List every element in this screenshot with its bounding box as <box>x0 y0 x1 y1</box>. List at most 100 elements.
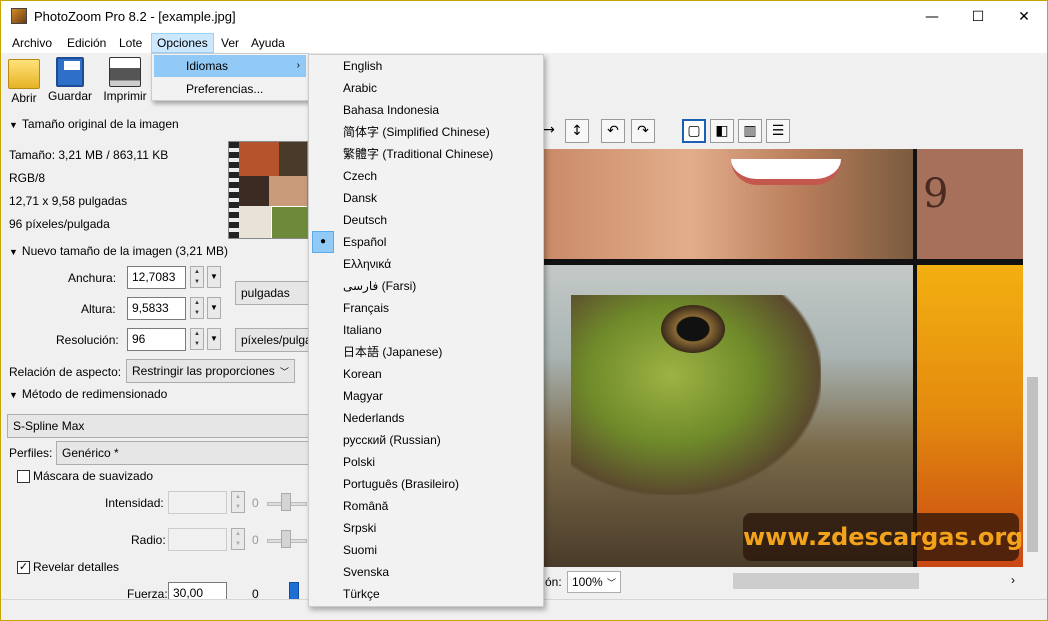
menu-lote[interactable]: Lote <box>114 33 147 53</box>
radius-slider-thumb[interactable] <box>281 530 291 548</box>
resolution-spinner[interactable]: ▲ ▼ <box>190 328 204 350</box>
close-button[interactable]: ✕ <box>1001 1 1047 33</box>
vertical-scrollbar-thumb[interactable] <box>1027 377 1038 552</box>
image-preview-canvas[interactable]: 9 <box>541 149 1023 567</box>
new-size-section[interactable]: ▼ Nuevo tamaño de la imagen (3,21 MB) <box>9 244 228 258</box>
intensity-label: Intensidad: <box>105 496 164 510</box>
maximize-button[interactable]: ☐ <box>955 1 1001 33</box>
height-input[interactable]: 9,5833 <box>127 297 186 320</box>
language-item[interactable]: English <box>311 55 541 77</box>
smoothing-mask-checkbox[interactable] <box>17 470 30 483</box>
resize-method-select[interactable]: S-Spline Max <box>7 414 309 438</box>
resolution-menu-button[interactable]: ▼ <box>207 328 221 350</box>
original-size-title: Tamaño original de la imagen <box>21 117 179 131</box>
horizontal-scrollbar-thumb[interactable] <box>733 573 919 589</box>
language-item[interactable]: русский (Russian) <box>311 429 541 451</box>
original-size-section[interactable]: ▼ Tamaño original de la imagen <box>9 117 179 131</box>
menu-archivo[interactable]: Archivo <box>7 33 57 53</box>
language-item[interactable]: Svenska <box>311 561 541 583</box>
zoom-label: ón: <box>545 575 562 589</box>
language-item[interactable]: Polski <box>311 451 541 473</box>
reveal-details-label: Revelar detalles <box>33 560 120 574</box>
width-menu-button[interactable]: ▼ <box>207 266 221 288</box>
fit-height-icon[interactable]: ↕ <box>565 119 589 143</box>
intensity-input[interactable] <box>168 491 227 514</box>
language-item[interactable]: Türkçe <box>311 583 541 605</box>
new-size-title: Nuevo tamaño de la imagen (3,21 MB) <box>21 244 229 258</box>
language-item[interactable]: Français <box>311 297 541 319</box>
resolution-unit-select[interactable]: píxeles/pulga <box>235 328 309 352</box>
width-input[interactable]: 12,7083 <box>127 266 186 289</box>
language-item[interactable]: Bahasa Indonesia <box>311 99 541 121</box>
print-label: Imprimir <box>103 89 147 103</box>
reveal-details-checkbox[interactable]: ✓ <box>17 561 30 574</box>
image-thumbnail[interactable] <box>228 141 308 239</box>
language-item[interactable]: Ελληνικά <box>311 253 541 275</box>
language-item[interactable]: 繁體字 (Traditional Chinese) <box>311 143 541 165</box>
side-by-side-view-icon[interactable]: ▥ <box>738 119 762 143</box>
rotate-left-icon[interactable]: ↶ <box>601 119 625 143</box>
size-unit-select[interactable]: pulgadas <box>235 281 309 305</box>
language-item[interactable]: Czech <box>311 165 541 187</box>
language-item[interactable]: Srpski <box>311 517 541 539</box>
chevron-down-icon: ﹀ <box>606 578 616 588</box>
height-menu-button[interactable]: ▼ <box>207 297 221 319</box>
aspect-ratio-select[interactable]: Restringir las proporciones ﹀ <box>126 359 295 383</box>
window-title: PhotoZoom Pro 8.2 - [example.jpg] <box>34 9 236 24</box>
open-button[interactable]: Abrir <box>7 57 41 109</box>
language-item[interactable]: Deutsch <box>311 209 541 231</box>
vertical-scrollbar[interactable] <box>1023 149 1043 567</box>
language-item[interactable]: Arabic <box>311 77 541 99</box>
title-bar: PhotoZoom Pro 8.2 - [example.jpg] — ☐ ✕ <box>1 1 1047 33</box>
menu-ayuda[interactable]: Ayuda <box>246 33 290 53</box>
menu-languages[interactable]: Idiomas › <box>154 55 306 77</box>
resize-method-title: Método de redimensionado <box>21 387 168 401</box>
menu-preferences[interactable]: Preferencias... <box>154 78 306 100</box>
language-item[interactable]: Suomi <box>311 539 541 561</box>
resolution-input[interactable]: 96 <box>127 328 186 351</box>
width-spinner[interactable]: ▲ ▼ <box>190 266 204 288</box>
radius-spinner[interactable]: ▲ ▼ <box>231 528 245 550</box>
floppy-disk-icon <box>56 57 84 87</box>
intensity-slider-thumb[interactable] <box>281 493 291 511</box>
menu-bar: Archivo Edición Lote Opciones Ver Ayuda <box>1 33 1047 53</box>
print-button[interactable]: Imprimir <box>101 57 149 109</box>
menu-edicion[interactable]: Edición <box>62 33 111 53</box>
profiles-select[interactable]: Genérico * <box>56 441 309 465</box>
radius-min: 0 <box>252 533 259 547</box>
resolution-label: Resolución: <box>56 333 119 347</box>
language-item[interactable]: Italiano <box>311 319 541 341</box>
smile-shape <box>731 159 841 185</box>
stacked-view-icon[interactable]: ☰ <box>766 119 790 143</box>
split-view-icon[interactable]: ◧ <box>710 119 734 143</box>
collapse-triangle-icon: ▼ <box>9 247 18 257</box>
open-label: Abrir <box>11 91 37 105</box>
language-item[interactable]: Korean <box>311 363 541 385</box>
radius-input[interactable] <box>168 528 227 551</box>
folder-icon <box>8 59 40 89</box>
height-spinner[interactable]: ▲ ▼ <box>190 297 204 319</box>
app-window: PhotoZoom Pro 8.2 - [example.jpg] — ☐ ✕ … <box>0 0 1048 621</box>
printer-icon <box>109 57 141 87</box>
language-item[interactable]: فارسی (Farsi) <box>311 275 541 297</box>
language-item[interactable]: Nederlands <box>311 407 541 429</box>
language-item[interactable]: Magyar <box>311 385 541 407</box>
options-menu: Idiomas › Preferencias... <box>151 53 309 101</box>
resize-method-section[interactable]: ▼ Método de redimensionado <box>9 387 167 401</box>
zoom-select[interactable]: 100% ﹀ <box>567 571 621 593</box>
language-item[interactable]: Dansk <box>311 187 541 209</box>
language-item[interactable]: Português (Brasileiro) <box>311 473 541 495</box>
menu-opciones[interactable]: Opciones <box>151 33 214 53</box>
intensity-spinner[interactable]: ▲ ▼ <box>231 491 245 513</box>
rotate-right-icon[interactable]: ↷ <box>631 119 655 143</box>
save-button[interactable]: Guardar <box>47 57 93 109</box>
language-item[interactable]: 简体字 (Simplified Chinese) <box>311 121 541 143</box>
force-slider-thumb[interactable] <box>289 582 299 600</box>
language-item[interactable]: Română <box>311 495 541 517</box>
language-item-selected[interactable]: Español <box>311 231 541 253</box>
single-view-icon[interactable]: ▢ <box>682 119 706 143</box>
language-item[interactable]: 日本語 (Japanese) <box>311 341 541 363</box>
menu-ver[interactable]: Ver <box>216 33 244 53</box>
scroll-right-icon[interactable]: › <box>1011 573 1015 587</box>
minimize-button[interactable]: — <box>909 1 955 33</box>
